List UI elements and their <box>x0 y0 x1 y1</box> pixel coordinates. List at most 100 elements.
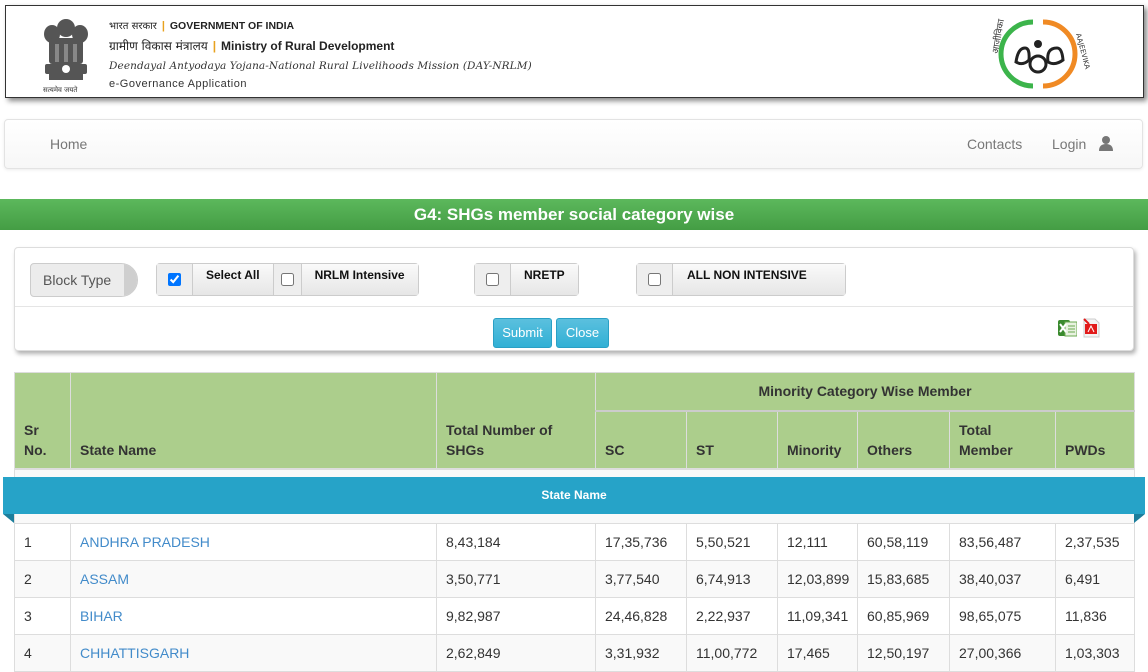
header-st[interactable]: ST <box>686 410 778 469</box>
nav-home-link[interactable]: Home <box>50 136 87 152</box>
cell-sc: 3,31,932 <box>595 634 687 672</box>
state-link[interactable]: BIHAR <box>80 608 123 624</box>
cell-state: ANDHRA PRADESH <box>70 523 437 561</box>
pdf-export-icon[interactable] <box>1083 318 1100 338</box>
cell-st: 5,50,521 <box>686 523 778 561</box>
state-link[interactable]: CHHATTISGARH <box>80 645 189 661</box>
select-all-checkbox[interactable] <box>168 273 181 286</box>
national-emblem-icon <box>44 19 88 80</box>
header-sr-no[interactable]: Sr No. <box>14 372 71 469</box>
cell-pwds: 6,491 <box>1055 560 1135 598</box>
nav-login-link[interactable]: Login <box>1052 136 1086 152</box>
header-minority[interactable]: Minority <box>777 410 858 469</box>
table-row: 1 ANDHRA PRADESH 8,43,184 17,35,736 5,50,521… <box>14 523 1135 561</box>
ribbon-fold-right <box>1134 514 1145 523</box>
cell-shgs: 8,43,184 <box>436 523 596 561</box>
cell-pwds: 11,836 <box>1055 597 1135 635</box>
state-name-ribbon: State Name <box>3 477 1145 514</box>
cell-shgs: 9,82,987 <box>436 597 596 635</box>
cell-st: 2,22,937 <box>686 597 778 635</box>
report-table-wrap: Sr No. State Name Total Number of SHGs M… <box>14 372 1135 672</box>
cell-minority: 17,465 <box>777 634 858 672</box>
header-others[interactable]: Others <box>857 410 950 469</box>
cell-state: BIHAR <box>70 597 437 635</box>
cell-total: 83,56,487 <box>949 523 1056 561</box>
block-type-label: Block Type <box>30 263 138 297</box>
gov-hindi: भारत सरकार <box>109 21 157 32</box>
app-name: e-Governance Application <box>109 78 247 90</box>
header-minority-group: Minority Category Wise Member <box>595 372 1135 412</box>
nrlm-intensive-checkbox[interactable] <box>280 273 294 286</box>
cell-total: 38,40,037 <box>949 560 1056 598</box>
all-non-intensive-checkbox[interactable] <box>648 273 661 286</box>
table-row: 3 BIHAR 9,82,987 24,46,828 2,22,937 11,09,341… <box>14 597 1135 635</box>
cell-minority: 12,03,899 <box>777 560 858 598</box>
state-link[interactable]: ASSAM <box>80 571 129 587</box>
table-row: 4 CHHATTISGARH 2,62,849 3,31,932 11,00,772 17… <box>14 634 1135 672</box>
all-non-intensive-group: ALL NON INTENSIVE <box>636 263 846 296</box>
page-title: G4: SHGs member social category wise <box>0 199 1148 230</box>
state-link[interactable]: ANDHRA PRADESH <box>80 534 210 550</box>
cell-sr: 4 <box>14 634 71 672</box>
close-button[interactable]: Close <box>556 318 609 348</box>
gov-english: GOVERNMENT OF INDIA <box>169 20 295 32</box>
all-non-intensive-label[interactable]: ALL NON INTENSIVE <box>673 264 845 295</box>
header-banner: सत्यमेव जयते भारत सरकार | GOVERNMENT OF IN… <box>5 5 1144 98</box>
cell-sr: 3 <box>14 597 71 635</box>
mission-name: Deendayal Antyodaya Yojana-National Rura… <box>109 60 532 72</box>
cell-total: 98,65,075 <box>949 597 1056 635</box>
ministry-hindi: ग्रामीण विकास मंत्रालय <box>109 39 208 53</box>
aajeevika-logo-icon: आजीविका AAJEEVIKA <box>989 18 1091 89</box>
select-all-label[interactable]: Select All <box>193 264 274 295</box>
select-all-checkbox-wrap <box>157 264 193 295</box>
cell-pwds: 1,03,303 <box>1055 634 1135 672</box>
ministry-english: Ministry of Rural Development <box>221 39 395 53</box>
nrlm-intensive-checkbox-wrap <box>273 264 302 295</box>
header-sc[interactable]: SC <box>595 410 687 469</box>
cell-shgs: 3,50,771 <box>436 560 596 598</box>
cell-shgs: 2,62,849 <box>436 634 596 672</box>
nretp-checkbox-wrap <box>475 264 511 295</box>
ministry-label: ग्रामीण विकास मंत्रालय | Ministry of Rural… <box>109 39 395 53</box>
excel-export-icon[interactable] <box>1058 318 1077 338</box>
government-label: भारत सरकार | GOVERNMENT OF INDIA <box>109 20 295 32</box>
panel-divider <box>15 306 1133 307</box>
table-row: 2 ASSAM 3,50,771 3,77,540 6,74,913 12,03,899 1… <box>14 560 1135 598</box>
nretp-group: NRETP <box>474 263 579 296</box>
cell-st: 11,00,772 <box>686 634 778 672</box>
header-total-shgs[interactable]: Total Number of SHGs <box>436 372 596 469</box>
nretp-checkbox[interactable] <box>486 273 499 286</box>
cell-state: ASSAM <box>70 560 437 598</box>
report-table: Sr No. State Name Total Number of SHGs M… <box>14 372 1135 672</box>
cell-others: 60,58,119 <box>857 523 950 561</box>
header-state-name[interactable]: State Name <box>70 372 437 469</box>
cell-sc: 24,46,828 <box>595 597 687 635</box>
navbar: Home Contacts Login <box>4 119 1143 169</box>
block-type-text: Block Type <box>43 272 112 288</box>
cell-others: 12,50,197 <box>857 634 950 672</box>
filter-panel: Block Type Select All NRLM Intensive NRE… <box>14 247 1134 351</box>
cell-sr: 2 <box>14 560 71 598</box>
cell-sr: 1 <box>14 523 71 561</box>
header-total-member[interactable]: Total Member <box>949 410 1056 469</box>
nrlm-intensive-label[interactable]: NRLM Intensive <box>301 264 418 295</box>
user-icon[interactable] <box>1098 135 1114 152</box>
ribbon-fold-left <box>3 514 14 523</box>
cell-sc: 3,77,540 <box>595 560 687 598</box>
nav-contacts-link[interactable]: Contacts <box>967 136 1022 152</box>
cell-minority: 11,09,341 <box>777 597 858 635</box>
nretp-label[interactable]: NRETP <box>511 264 578 295</box>
cell-sc: 17,35,736 <box>595 523 687 561</box>
submit-button[interactable]: Submit <box>493 318 552 348</box>
header-pwds[interactable]: PWDs <box>1055 410 1135 469</box>
cell-others: 60,85,969 <box>857 597 950 635</box>
cell-st: 6,74,913 <box>686 560 778 598</box>
emblem-caption: सत्यमेव जयते <box>43 86 78 94</box>
all-non-intensive-checkbox-wrap <box>637 264 673 295</box>
select-all-nrlm-group: Select All NRLM Intensive <box>156 263 419 296</box>
cell-minority: 12,111 <box>777 523 858 561</box>
cell-others: 15,83,685 <box>857 560 950 598</box>
cell-state: CHHATTISGARH <box>70 634 437 672</box>
cell-pwds: 2,37,535 <box>1055 523 1135 561</box>
cell-total: 27,00,366 <box>949 634 1056 672</box>
